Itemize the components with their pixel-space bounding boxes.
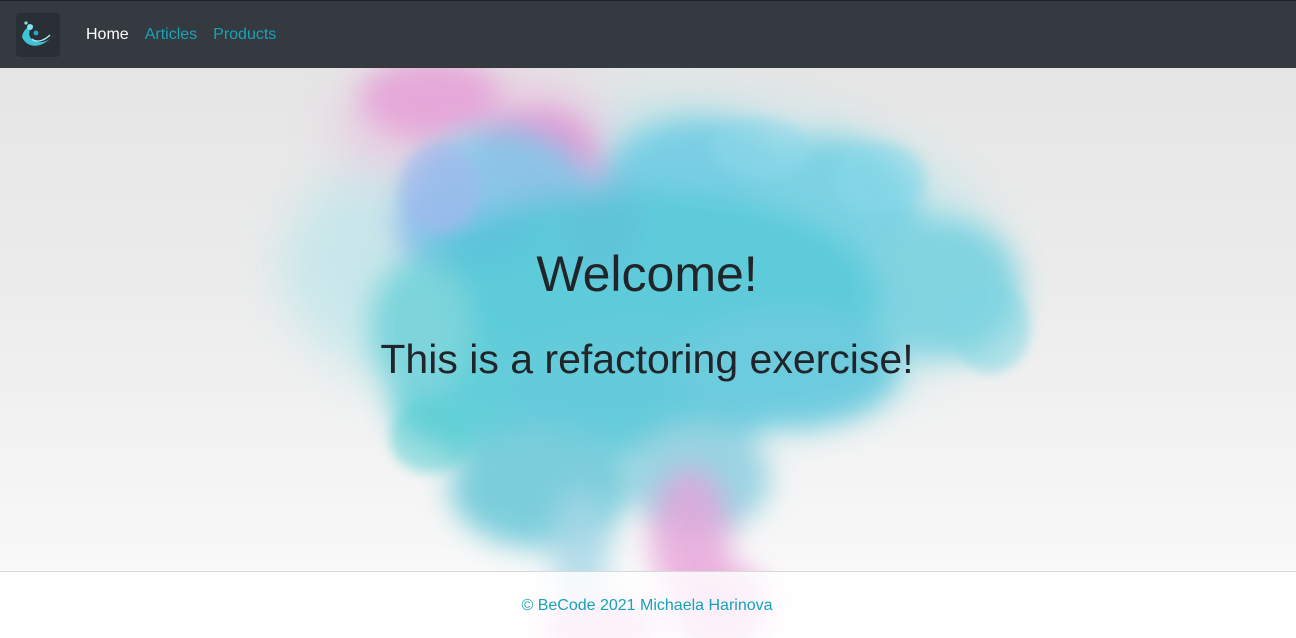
hero-section: Welcome! This is a refactoring exercise! [0, 68, 1296, 571]
nav-link-articles[interactable]: Articles [145, 26, 197, 44]
footer-copyright: © BeCode 2021 Michaela Harinova [521, 597, 773, 614]
hero-title: Welcome! [536, 246, 758, 302]
brand-logo[interactable] [16, 12, 60, 57]
footer: © BeCode 2021 Michaela Harinova [0, 571, 1296, 638]
nav-links: Home Articles Products [86, 26, 292, 44]
hero-subtitle: This is a refactoring exercise! [380, 336, 914, 382]
splash-logo-icon [22, 20, 54, 46]
nav-link-home[interactable]: Home [86, 26, 129, 44]
nav-link-products[interactable]: Products [213, 26, 276, 44]
navbar: Home Articles Products [0, 0, 1296, 68]
page: Home Articles Products Welcome! This is … [0, 0, 1296, 638]
